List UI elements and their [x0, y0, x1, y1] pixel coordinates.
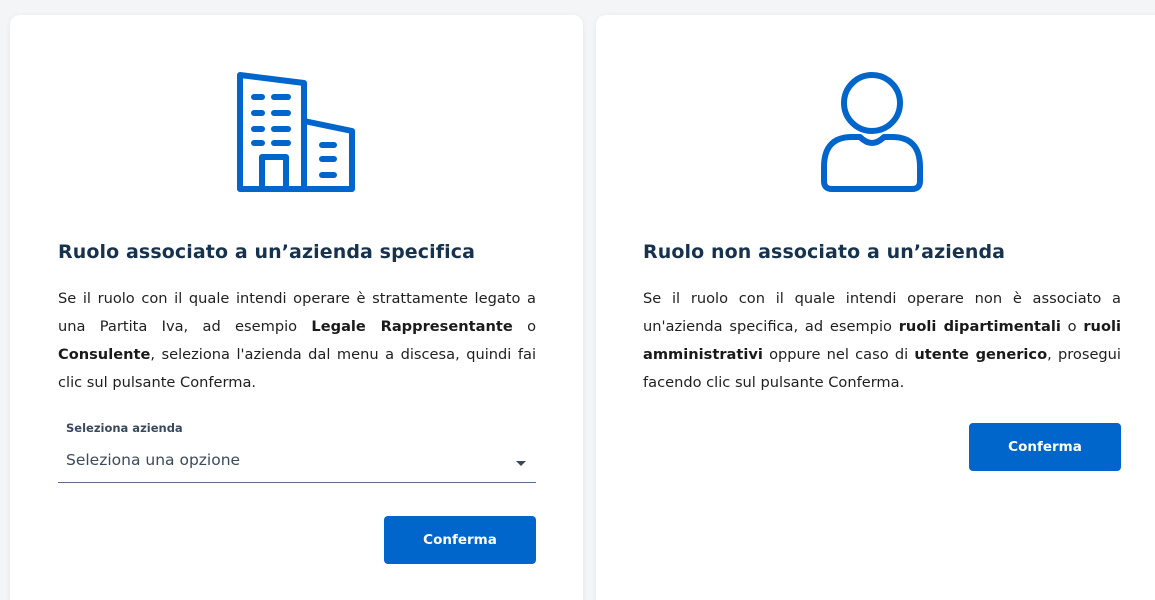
building-icon	[236, 71, 356, 193]
generic-role-title: Ruolo non associato a un’azienda	[643, 241, 1006, 263]
desc-text: oppure nel caso di	[762, 346, 915, 363]
generic-role-description: Se il ruolo con il quale intendi operare…	[643, 285, 1121, 397]
company-role-title: Ruolo associato a un’azienda specifica	[58, 241, 476, 263]
generic-role-card: Ruolo non associato a un’azienda Se il r…	[596, 15, 1155, 600]
company-role-card: Ruolo associato a un’azienda specifica S…	[10, 15, 583, 600]
generic-confirm-button[interactable]: Conferma	[969, 423, 1121, 471]
company-select-label: Seleziona azienda	[66, 421, 183, 435]
desc-bold: Legale Rappresentante	[311, 318, 513, 335]
company-select-value: Seleziona una opzione	[66, 451, 241, 469]
company-confirm-button[interactable]: Conferma	[384, 516, 536, 564]
role-selection-page: Ruolo associato a un’azienda specifica S…	[0, 0, 1155, 600]
desc-bold: Consulente	[58, 346, 151, 363]
company-role-description: Se il ruolo con il quale intendi operare…	[58, 285, 536, 397]
desc-bold: utente generico	[914, 346, 1048, 363]
desc-text: o	[512, 318, 537, 335]
user-icon	[812, 71, 932, 193]
company-select[interactable]: Seleziona una opzione	[58, 447, 536, 483]
caret-down-icon	[516, 461, 526, 466]
desc-text: o	[1060, 318, 1084, 335]
desc-bold: ruoli dipartimentali	[898, 318, 1061, 335]
